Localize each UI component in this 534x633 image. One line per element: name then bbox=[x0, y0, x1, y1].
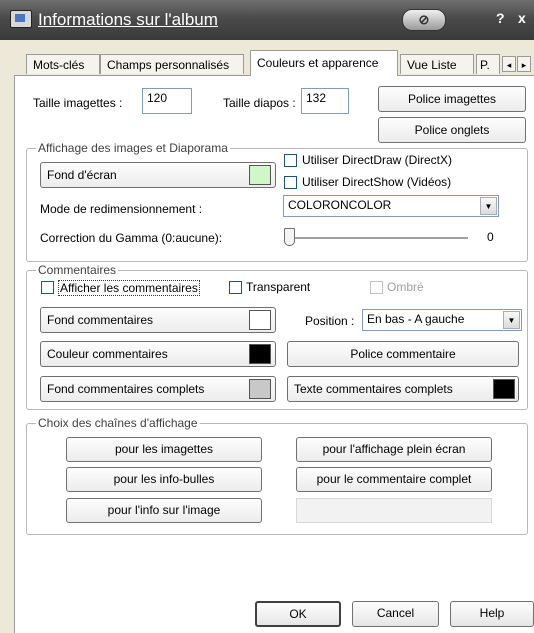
chevron-down-icon[interactable]: ▼ bbox=[503, 311, 520, 329]
full-comments-background-button[interactable]: Fond commentaires complets bbox=[40, 376, 276, 402]
display-group-legend: Affichage des images et Diaporama bbox=[36, 141, 230, 155]
directshow-checkbox[interactable] bbox=[284, 176, 297, 189]
position-label: Position : bbox=[305, 314, 355, 328]
full-comments-text-swatch bbox=[493, 379, 515, 399]
strings-thumbnails-button[interactable]: pour les imagettes bbox=[66, 437, 262, 462]
comments-background-swatch bbox=[249, 310, 271, 330]
comments-background-button[interactable]: Fond commentaires bbox=[40, 307, 276, 333]
title-bar[interactable]: Informations sur l'album ⊘ ? x bbox=[0, 0, 534, 40]
tab-couleurs-et-apparence[interactable]: Couleurs et apparence bbox=[250, 50, 398, 76]
comments-color-swatch bbox=[249, 344, 271, 364]
gamma-label: Correction du Gamma (0:aucune): bbox=[40, 231, 223, 245]
gamma-value: 0 bbox=[487, 230, 494, 244]
tab-bar: Mots-clés Champs personnalisés Couleurs … bbox=[0, 50, 534, 76]
slide-size-label: Taille diapos : bbox=[223, 96, 296, 110]
directdraw-checkbox[interactable] bbox=[284, 154, 297, 167]
strings-full-comment-button[interactable]: pour le commentaire complet bbox=[296, 467, 492, 492]
tab-mots-cles[interactable]: Mots-clés bbox=[26, 54, 100, 74]
show-comments-label: Afficher les commentaires bbox=[58, 280, 200, 296]
strings-image-info-button[interactable]: pour l'info sur l'image bbox=[66, 498, 262, 523]
slide-size-input[interactable]: 132 bbox=[301, 88, 349, 114]
close-button[interactable]: x bbox=[518, 10, 526, 26]
resize-mode-select[interactable]: COLORONCOLOR ▼ bbox=[283, 195, 499, 217]
tab-champs-personnalises[interactable]: Champs personnalisés bbox=[100, 54, 244, 74]
directshow-label: Utiliser DirectShow (Vidéos) bbox=[302, 175, 452, 189]
directdraw-label: Utiliser DirectDraw (DirectX) bbox=[302, 153, 453, 167]
scroll-right-icon[interactable]: ▸ bbox=[517, 56, 531, 72]
gamma-slider-track[interactable] bbox=[288, 237, 468, 240]
thumb-size-label: Taille imagettes : bbox=[33, 96, 123, 110]
position-value: En bas - A gauche bbox=[367, 312, 465, 326]
shadow-checkbox bbox=[370, 281, 383, 294]
cancel-button[interactable]: Cancel bbox=[352, 601, 439, 627]
display-strings-legend: Choix des chaînes d'affichage bbox=[36, 416, 200, 430]
resize-mode-value: COLORONCOLOR bbox=[288, 198, 392, 212]
comments-font-button[interactable]: Police commentaire bbox=[287, 341, 519, 367]
font-thumbnails-button[interactable]: Police imagettes bbox=[378, 86, 526, 112]
tab-vue-liste[interactable]: Vue Liste bbox=[400, 54, 474, 74]
tab-truncated[interactable]: P. bbox=[476, 54, 500, 74]
window-title: Informations sur l'album bbox=[38, 10, 218, 29]
font-tabs-button[interactable]: Police onglets bbox=[378, 117, 526, 143]
strings-fullscreen-button[interactable]: pour l'affichage plein écran bbox=[296, 437, 492, 462]
resize-mode-label: Mode de redimensionnement : bbox=[40, 202, 203, 216]
chevron-down-icon[interactable]: ▼ bbox=[480, 197, 497, 215]
theme-toggle-button[interactable]: ⊘ bbox=[402, 9, 446, 31]
strings-tooltips-button[interactable]: pour les info-bulles bbox=[66, 467, 262, 492]
transparent-checkbox[interactable] bbox=[229, 281, 242, 294]
full-comments-background-swatch bbox=[249, 379, 271, 399]
transparent-label: Transparent bbox=[246, 280, 311, 294]
thumb-size-input[interactable]: 120 bbox=[142, 88, 192, 114]
position-select[interactable]: En bas - A gauche ▼ bbox=[362, 309, 522, 331]
shadow-label: Ombré bbox=[387, 280, 424, 294]
album-icon bbox=[10, 10, 32, 28]
background-button[interactable]: Fond d'écran bbox=[40, 162, 276, 188]
show-comments-checkbox[interactable] bbox=[41, 281, 54, 294]
ok-button[interactable]: OK bbox=[255, 601, 341, 627]
background-color-swatch bbox=[249, 165, 271, 185]
strings-disabled-field bbox=[296, 498, 492, 523]
help-title-button[interactable]: ? bbox=[496, 10, 505, 26]
gamma-slider-thumb[interactable] bbox=[284, 228, 295, 246]
scroll-left-icon[interactable]: ◂ bbox=[502, 56, 516, 72]
help-button[interactable]: Help bbox=[450, 601, 534, 627]
comments-group-legend: Commentaires bbox=[36, 263, 119, 277]
comments-color-button[interactable]: Couleur commentaires bbox=[40, 341, 276, 367]
full-comments-text-button[interactable]: Texte commentaires complets bbox=[287, 376, 519, 402]
